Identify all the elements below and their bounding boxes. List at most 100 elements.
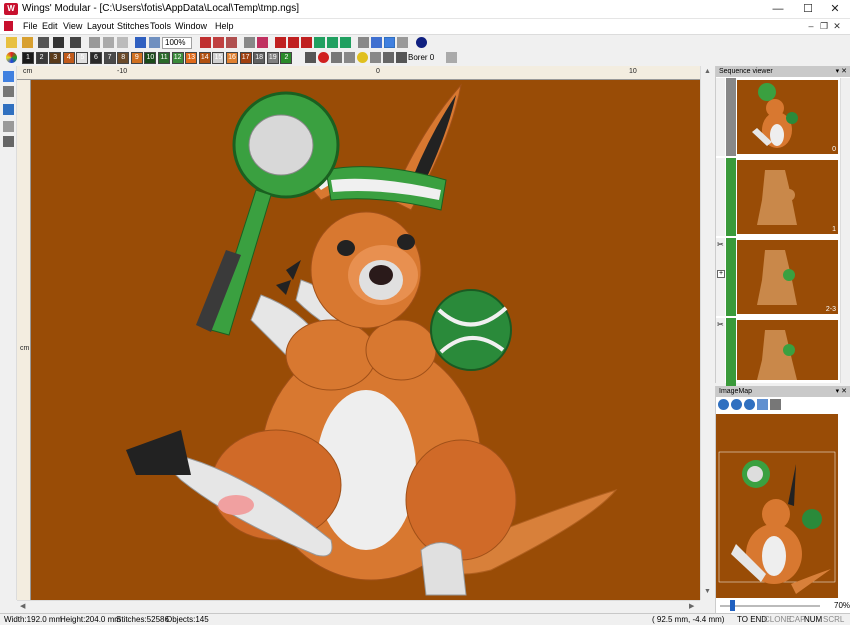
- minimize-button[interactable]: —: [763, 0, 793, 19]
- color-swatch-button[interactable]: 1: [22, 52, 34, 64]
- design-canvas[interactable]: [31, 80, 700, 600]
- zoom-fit-icon[interactable]: [744, 399, 755, 410]
- measure-icon[interactable]: [3, 136, 14, 147]
- open-folder-icon[interactable]: [38, 37, 49, 48]
- scissors-icon[interactable]: [305, 52, 316, 63]
- mdi-minimize-button[interactable]: –: [805, 20, 817, 32]
- reshape-icon[interactable]: [3, 86, 14, 97]
- color-swatch-button[interactable]: 15: [212, 52, 225, 64]
- panel-close-icon[interactable]: ▾ ✕: [836, 386, 847, 397]
- scroll-left-icon[interactable]: ◀: [20, 602, 25, 610]
- stitch-next-icon[interactable]: [301, 37, 312, 48]
- select-mode-icon[interactable]: [384, 37, 395, 48]
- menu-tools[interactable]: Tools: [150, 21, 171, 31]
- color-next-icon[interactable]: [327, 37, 338, 48]
- palette-icon[interactable]: [6, 52, 17, 63]
- color-swatch-button[interactable]: 2: [35, 52, 48, 64]
- imagemap-preview[interactable]: [716, 414, 838, 598]
- border-select[interactable]: Borer 0: [408, 52, 442, 64]
- undo-icon[interactable]: [135, 37, 146, 48]
- menu-layout[interactable]: Layout: [87, 21, 114, 31]
- zoom-icon[interactable]: [3, 104, 14, 115]
- color-swatch-button[interactable]: 12: [171, 52, 184, 64]
- zoom-fit-icon[interactable]: [200, 37, 211, 48]
- stop-icon[interactable]: [318, 52, 329, 63]
- stitch-back-icon[interactable]: [275, 37, 286, 48]
- open-icon[interactable]: [22, 37, 33, 48]
- close-button[interactable]: ✕: [820, 0, 850, 19]
- zoom-selection-icon[interactable]: [213, 37, 224, 48]
- arrow-tool-icon[interactable]: [331, 52, 342, 63]
- color-swatch-button[interactable]: 16: [226, 52, 238, 64]
- menu-window[interactable]: Window: [175, 21, 207, 31]
- hand-icon[interactable]: [3, 121, 14, 132]
- sequence-item[interactable]: 1: [716, 158, 840, 236]
- menu-stitches[interactable]: Stitches: [117, 21, 149, 31]
- help-tool-icon[interactable]: [357, 52, 368, 63]
- zoom-slider-thumb[interactable]: [730, 600, 735, 611]
- mdi-restore-button[interactable]: ❐: [818, 20, 830, 32]
- sequence-scrollbar[interactable]: [840, 78, 850, 383]
- node-icon[interactable]: [397, 37, 408, 48]
- color-swatch-button[interactable]: 9: [130, 52, 143, 64]
- color-swatch-button[interactable]: 4: [62, 52, 75, 64]
- zoom-area-icon[interactable]: [226, 37, 237, 48]
- menu-edit[interactable]: Edit: [42, 21, 58, 31]
- color-swatch-button[interactable]: 3: [49, 52, 62, 64]
- color-swatch-button[interactable]: 19: [266, 52, 279, 64]
- lock-icon[interactable]: [344, 52, 355, 63]
- panel-close-icon[interactable]: ▾ ✕: [836, 66, 847, 77]
- jump-icon[interactable]: [371, 37, 382, 48]
- new-icon[interactable]: [6, 37, 17, 48]
- scroll-down-icon[interactable]: ▼: [704, 588, 711, 595]
- scroll-right-icon[interactable]: ▶: [689, 602, 694, 610]
- save-icon[interactable]: [53, 37, 64, 48]
- menu-view[interactable]: View: [63, 21, 82, 31]
- color-swatch-button[interactable]: 7: [103, 52, 116, 64]
- color-swatch-button[interactable]: 17: [239, 52, 252, 64]
- menu-help[interactable]: Help: [215, 21, 234, 31]
- redo-icon[interactable]: [149, 37, 160, 48]
- paste-icon[interactable]: [117, 37, 128, 48]
- cut-icon[interactable]: [89, 37, 100, 48]
- object-next-icon[interactable]: [340, 37, 351, 48]
- text-tool-icon[interactable]: [383, 52, 394, 63]
- zoom-select[interactable]: 100% ▾: [162, 37, 192, 57]
- sequence-item[interactable]: ✂ 2-3: [716, 238, 840, 316]
- pen-tool-icon[interactable]: [396, 52, 407, 63]
- info-icon[interactable]: [416, 37, 427, 48]
- color-swatch-button[interactable]: 8: [117, 52, 130, 64]
- pan-icon[interactable]: [757, 399, 768, 410]
- zoom-slider-track[interactable]: [720, 605, 820, 607]
- trim-icon[interactable]: [358, 37, 369, 48]
- sequence-item[interactable]: 0: [716, 78, 840, 156]
- color-swatch-button[interactable]: 2: [280, 52, 293, 64]
- color-prev-icon[interactable]: [314, 37, 325, 48]
- copy-icon[interactable]: [103, 37, 114, 48]
- zoom-out-icon[interactable]: [731, 399, 742, 410]
- list-tool-icon[interactable]: [446, 52, 457, 63]
- color-swatch-button[interactable]: 11: [158, 52, 170, 64]
- color-swatch-button[interactable]: 5: [76, 52, 89, 64]
- expand-icon[interactable]: +: [717, 270, 725, 278]
- stitch-prev-icon[interactable]: [288, 37, 299, 48]
- select-icon[interactable]: [3, 71, 14, 82]
- color-swatch-button[interactable]: 18: [253, 52, 266, 64]
- sequence-item[interactable]: ✂: [716, 318, 840, 396]
- color-swatch-button[interactable]: 14: [198, 52, 211, 64]
- doc-icon[interactable]: [4, 21, 13, 31]
- zoom-in-icon[interactable]: [718, 399, 729, 410]
- preview-icon[interactable]: [257, 37, 268, 48]
- print-icon[interactable]: [70, 37, 81, 48]
- scroll-up-icon[interactable]: ▲: [704, 68, 711, 75]
- color-swatch-button[interactable]: 10: [144, 52, 157, 64]
- horizontal-scrollbar[interactable]: ◀ ▶: [17, 600, 700, 613]
- vertical-scrollbar[interactable]: ▲ ▼: [700, 66, 713, 600]
- fit-all-icon[interactable]: [770, 399, 781, 410]
- pin-icon[interactable]: [370, 52, 381, 63]
- color-swatch-button[interactable]: 6: [90, 52, 102, 64]
- mdi-close-button[interactable]: ✕: [831, 20, 843, 32]
- menu-file[interactable]: File: [23, 21, 38, 31]
- view-icon[interactable]: [244, 37, 255, 48]
- maximize-button[interactable]: ☐: [793, 0, 823, 19]
